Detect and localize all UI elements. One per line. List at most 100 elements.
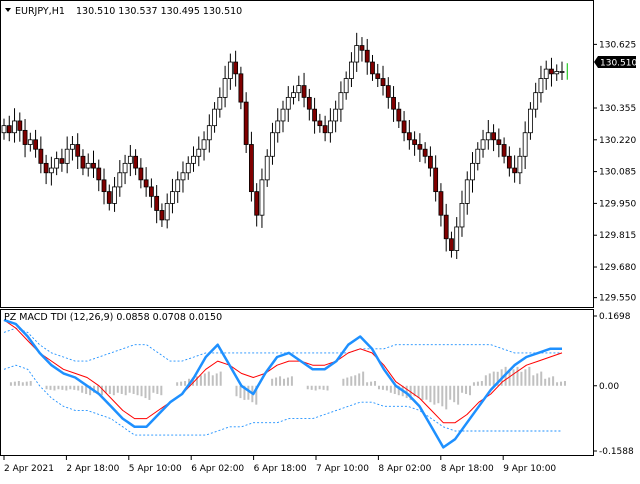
candle-body: [533, 92, 539, 110]
candle-body: [349, 61, 354, 79]
time-tick-label: 7 Apr 10:00: [316, 464, 369, 474]
indicator-tick-label: 0.1698: [599, 312, 631, 322]
candle-body: [285, 96, 291, 110]
symbol-label: EURJPY,H1: [15, 6, 65, 17]
candle-body: [433, 167, 439, 193]
candle-body: [333, 108, 339, 122]
candle-body: [538, 78, 544, 94]
candle-body: [170, 191, 175, 204]
ohlc-values: 130.510 130.537 130.495 130.510: [76, 6, 242, 17]
current-price-marker: 130.510: [594, 56, 637, 69]
candle-body: [385, 85, 391, 98]
candle-body: [470, 162, 475, 181]
candle-body: [22, 129, 28, 145]
candle-body: [164, 203, 170, 221]
candle-body: [322, 125, 328, 134]
candle-body: [101, 179, 107, 193]
candle-body: [427, 155, 433, 169]
chart-canvas[interactable]: EURJPY,H1 130.510 130.537 130.495 130.51…: [0, 0, 640, 480]
candle-body: [75, 144, 81, 157]
candle-body: [317, 120, 323, 127]
candle-body: [38, 148, 44, 164]
time-tick-label: 2 Apr 18:00: [66, 464, 119, 474]
candle-body: [91, 162, 96, 169]
candle-body: [122, 162, 128, 174]
candle-body: [33, 139, 38, 150]
candle-body: [1, 125, 7, 134]
candle-body: [270, 132, 275, 157]
candle-body: [233, 61, 239, 75]
candle-body: [438, 191, 444, 216]
time-axis: 2 Apr 2021 2 Apr 18:00 5 Apr 10:00 6 Apr 02…: [3, 456, 556, 474]
candle-body: [554, 71, 560, 75]
candle-body: [48, 167, 54, 174]
candle-body: [180, 172, 186, 181]
candle-body: [491, 132, 496, 141]
indicator-pane-frame: [0, 309, 594, 456]
candle-body: [522, 132, 528, 157]
candle-body: [543, 68, 549, 79]
candle-body: [159, 210, 165, 221]
time-tick-label: 6 Apr 02:00: [191, 464, 244, 474]
candle-body: [459, 203, 465, 228]
candle-body: [306, 96, 312, 110]
candle-body: [227, 61, 233, 79]
candle-body: [417, 144, 423, 150]
candle-body: [222, 78, 228, 98]
candle-body: [217, 96, 223, 110]
candle-body: [80, 155, 86, 169]
candle-body: [443, 214, 449, 240]
candle-body: [133, 155, 139, 169]
candle-body: [6, 125, 12, 134]
time-tick-label: 5 Apr 10:00: [129, 464, 182, 474]
candle-body: [243, 101, 249, 145]
candle-body: [464, 179, 470, 204]
candle-body: [12, 120, 17, 134]
indicator-tick-label: -0.1588: [599, 447, 634, 457]
candle-body: [106, 191, 112, 204]
price-tick-label: 130.085: [599, 168, 636, 178]
indicator-header: PZ MACD TDI (12,26,9) 0.0858 0.0708 0.01…: [4, 312, 222, 323]
candle-body: [375, 73, 381, 79]
price-tick-label: 129.815: [599, 231, 636, 241]
candle-body: [27, 139, 33, 145]
candle-body: [85, 162, 91, 169]
candle-body: [312, 108, 317, 122]
price-tick-label: 129.950: [599, 199, 636, 209]
candle-body: [154, 195, 160, 211]
candle-body: [338, 92, 344, 110]
candle-body: [206, 125, 212, 141]
candle-body: [301, 85, 307, 98]
candle-body: [454, 226, 460, 251]
candle-body: [449, 238, 454, 251]
dropdown-triangle-icon[interactable]: [5, 8, 11, 12]
candle-body: [370, 61, 375, 75]
candle-body: [364, 49, 370, 63]
candle-body: [480, 139, 486, 150]
candle-body: [17, 120, 23, 131]
candle-body: [127, 155, 133, 164]
time-tick-label: 8 Apr 18:00: [441, 464, 494, 474]
time-tick-label: 6 Apr 18:00: [254, 464, 307, 474]
candle-body: [475, 148, 481, 164]
price-scale: 130.625 130.355 130.220 130.085 129.950 129.8…: [594, 40, 636, 304]
lower-band-line: [3, 364, 562, 436]
candle-body: [185, 162, 191, 174]
candlestick-series: [1, 32, 568, 260]
candle-body: [201, 139, 207, 150]
candle-body: [196, 148, 202, 157]
price-tick-label: 130.220: [599, 136, 636, 146]
price-tick-label: 130.625: [599, 40, 636, 50]
candle-body: [264, 155, 270, 181]
candle-body: [559, 71, 565, 73]
time-tick-label: 2 Apr 2021: [4, 464, 54, 474]
candle-body: [512, 167, 518, 174]
candle-body: [396, 108, 402, 122]
indicator-scale: 0.1698 0.00 -0.1588: [594, 312, 634, 457]
candle-body: [238, 73, 244, 103]
candle-body: [401, 120, 407, 134]
candle-body: [528, 108, 533, 134]
indicator-tick-label: 0.00: [599, 382, 619, 392]
candle-body: [148, 186, 154, 197]
candle-body: [96, 167, 102, 181]
